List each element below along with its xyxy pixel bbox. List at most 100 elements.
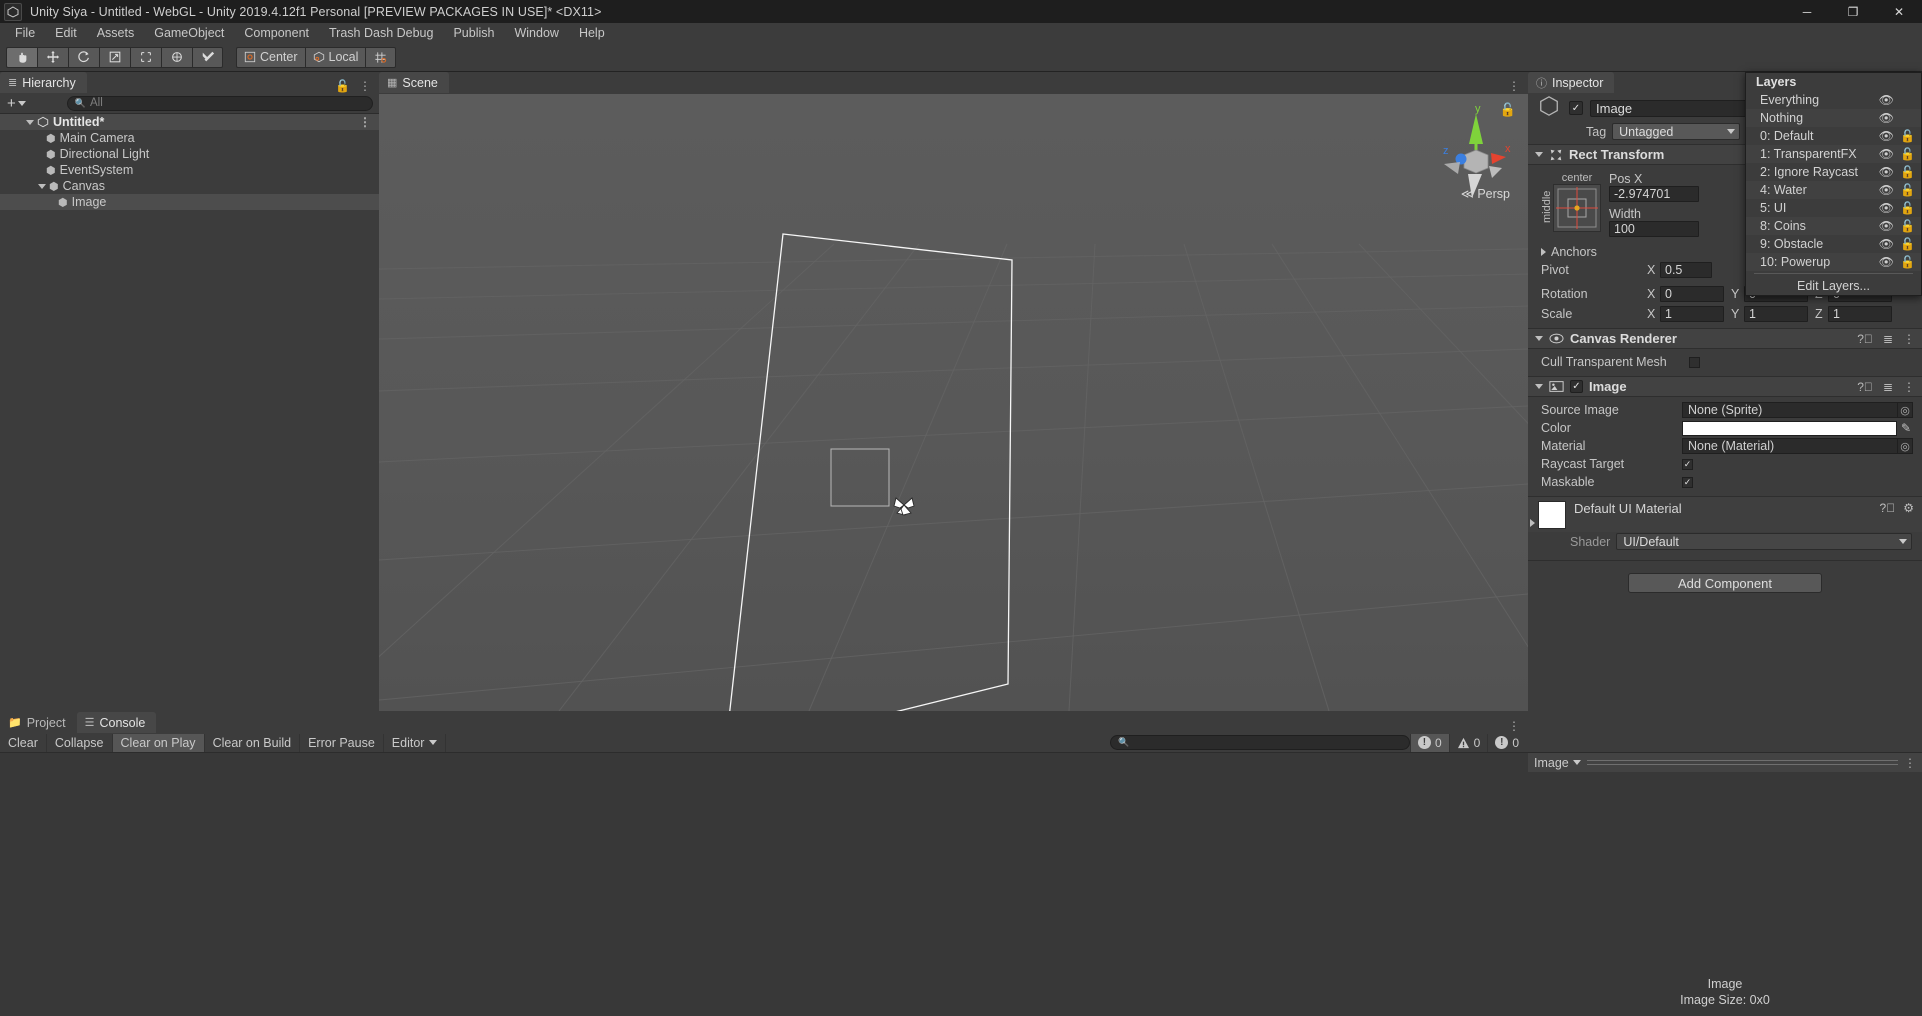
cull-transparent-mesh-checkbox[interactable] [1689,356,1700,368]
source-image-field[interactable]: None (Sprite) [1682,402,1898,418]
unlock-icon[interactable]: 🔓 [1900,201,1915,215]
pivot-mode-button[interactable]: Center [236,46,305,68]
color-swatch[interactable] [1682,420,1897,436]
hierarchy-item-main-camera[interactable]: ⬢ Main Camera [0,130,379,146]
image-component-enabled-checkbox[interactable]: ✓ [1570,380,1583,393]
space-mode-button[interactable]: Local [304,46,366,68]
minimize-button[interactable]: ─ [1784,0,1830,23]
layer-row-coins[interactable]: 8: Coins 👁 🔓 [1746,217,1921,235]
image-component-header[interactable]: ✓ Image ?⃝ ≣ ⋮ [1528,376,1922,397]
kebab-menu-icon[interactable]: ⋮ [1904,756,1916,770]
clear-on-play-button[interactable]: Clear on Play [112,733,205,752]
grid-snap-button[interactable] [365,46,397,68]
eye-icon[interactable]: 👁 [1879,93,1894,107]
layer-row-water[interactable]: 4: Water 👁 🔓 [1746,181,1921,199]
scene-viewport[interactable]: 🔓 y x z ≪ Persp [379,94,1528,711]
kebab-menu-icon[interactable]: ⋮ [1903,332,1915,346]
console-search-input[interactable]: 🔍 [1109,735,1410,750]
tag-dropdown[interactable]: Untagged [1612,123,1741,140]
layer-row-ui[interactable]: 5: UI 👁 🔓 [1746,199,1921,217]
rotation-x-input[interactable]: 0 [1660,286,1724,302]
menu-publish[interactable]: Publish [443,23,504,43]
unlock-icon[interactable]: 🔓 [1900,255,1915,269]
preset-icon[interactable]: ≣ [1883,380,1893,394]
clear-on-build-button[interactable]: Clear on Build [205,733,301,752]
pos-x-input[interactable]: -2.974701 [1609,186,1699,202]
help-icon[interactable]: ?⃝ [1857,380,1873,394]
transform-tool-button[interactable] [161,46,192,68]
eye-icon[interactable]: 👁 [1879,147,1894,161]
clear-button[interactable]: Clear [0,733,47,752]
tab-scene[interactable]: ▦ Scene [379,72,449,93]
kebab-menu-icon[interactable]: ⋮ [1508,79,1520,93]
scale-x-input[interactable]: 1 [1660,306,1724,322]
chevron-down-icon[interactable] [1535,336,1543,341]
gear-icon[interactable]: ⚙ [1903,501,1914,515]
layer-row-default[interactable]: 0: Default 👁 🔓 [1746,127,1921,145]
eye-icon[interactable]: 👁 [1879,219,1894,233]
custom-tool-button[interactable] [192,46,223,68]
pivot-x-input[interactable]: 0.5 [1660,262,1712,278]
error-count-toggle[interactable]: ! 0 [1487,733,1526,752]
source-image-picker-button[interactable]: ◎ [1898,402,1913,418]
menu-gameobject[interactable]: GameObject [144,23,234,43]
rect-tool-button[interactable] [130,46,161,68]
unlock-icon[interactable]: 🔓 [1900,165,1915,179]
eye-icon[interactable]: 👁 [1879,129,1894,143]
rotate-tool-button[interactable] [68,46,99,68]
layer-row-transparentfx[interactable]: 1: TransparentFX 👁 🔓 [1746,145,1921,163]
chevron-down-icon[interactable] [1535,384,1543,389]
tab-inspector[interactable]: ⓘ Inspector [1528,72,1615,93]
kebab-menu-icon[interactable]: ⋮ [359,79,371,93]
hierarchy-item-canvas[interactable]: ⬢ Canvas [0,178,379,194]
unlock-icon[interactable]: 🔓 [1900,219,1915,233]
layer-row-everything[interactable]: Everything 👁 [1746,91,1921,109]
unlock-icon[interactable]: 🔓 [1900,129,1915,143]
shader-dropdown[interactable]: UI/Default [1616,533,1912,550]
unlock-icon[interactable]: 🔓 [1900,183,1915,197]
maskable-checkbox[interactable]: ✓ [1682,476,1693,488]
menu-assets[interactable]: Assets [87,23,145,43]
canvas-renderer-header[interactable]: Canvas Renderer ?⃝ ≣ ⋮ [1528,328,1922,349]
edit-layers-button[interactable]: Edit Layers... [1746,276,1921,295]
tab-project[interactable]: 📁 Project [0,712,77,733]
menu-file[interactable]: File [5,23,45,43]
hierarchy-search-input[interactable]: 🔍 All [66,95,373,111]
help-icon[interactable]: ?⃝ [1857,332,1873,346]
layer-row-nothing[interactable]: Nothing 👁 [1746,109,1921,127]
eyedropper-icon[interactable]: ✎ [1897,421,1915,435]
add-gameobject-button[interactable]: + [4,95,29,112]
maximize-button[interactable]: ❐ [1830,0,1876,23]
add-component-button[interactable]: Add Component [1628,573,1822,593]
eye-icon[interactable]: 👁 [1879,237,1894,251]
hand-tool-button[interactable] [6,46,37,68]
close-button[interactable]: ✕ [1876,0,1922,23]
object-enabled-checkbox[interactable]: ✓ [1569,101,1583,115]
log-count-toggle[interactable]: ! 0 [1409,733,1449,752]
scale-tool-button[interactable] [99,46,130,68]
menu-component[interactable]: Component [234,23,319,43]
scale-z-input[interactable]: 1 [1828,306,1892,322]
collapse-button[interactable]: Collapse [47,733,113,752]
kebab-menu-icon[interactable]: ⋮ [359,115,371,129]
preview-target-dropdown[interactable]: Image [1534,756,1581,770]
unlock-icon[interactable]: 🔓 [1900,237,1915,251]
menu-help[interactable]: Help [569,23,615,43]
kebab-menu-icon[interactable]: ⋮ [1903,380,1915,394]
layer-row-obstacle[interactable]: 9: Obstacle 👁 🔓 [1746,235,1921,253]
hierarchy-scene-row[interactable]: Untitled* ⋮ [0,114,379,130]
eye-icon[interactable]: 👁 [1879,183,1894,197]
eye-icon[interactable]: 👁 [1879,255,1894,269]
material-section-header[interactable]: Default UI Material ?⃝ ⚙ [1528,496,1922,532]
tab-console[interactable]: ☰ Console [76,712,157,733]
layer-row-powerup[interactable]: 10: Powerup 👁 🔓 [1746,253,1921,271]
chevron-down-icon[interactable] [1535,152,1543,157]
layer-row-ignore-raycast[interactable]: 2: Ignore Raycast 👁 🔓 [1746,163,1921,181]
lock-icon[interactable]: 🔓 [335,79,350,93]
chevron-right-icon[interactable] [1541,248,1546,256]
material-field[interactable]: None (Material) [1682,438,1898,454]
hierarchy-item-directional-light[interactable]: ⬢ Directional Light [0,146,379,162]
error-pause-button[interactable]: Error Pause [300,733,384,752]
preset-icon[interactable]: ≣ [1883,332,1893,346]
width-input[interactable]: 100 [1609,221,1699,237]
